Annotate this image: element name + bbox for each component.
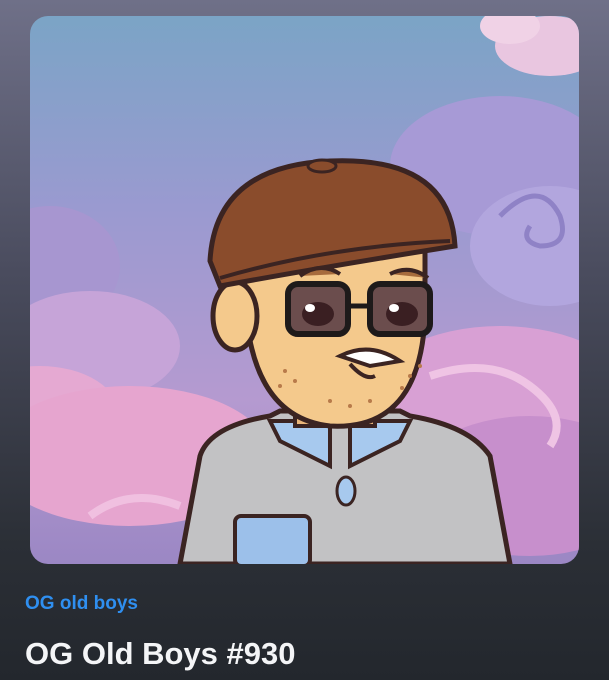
old-boy-avatar-illustration <box>30 16 579 564</box>
nft-card: OG old boys OG Old Boys #930 <box>0 0 609 680</box>
collection-link[interactable]: OG old boys <box>25 593 138 615</box>
nft-title: OG Old Boys #930 <box>25 636 296 671</box>
nft-image[interactable] <box>30 16 579 564</box>
